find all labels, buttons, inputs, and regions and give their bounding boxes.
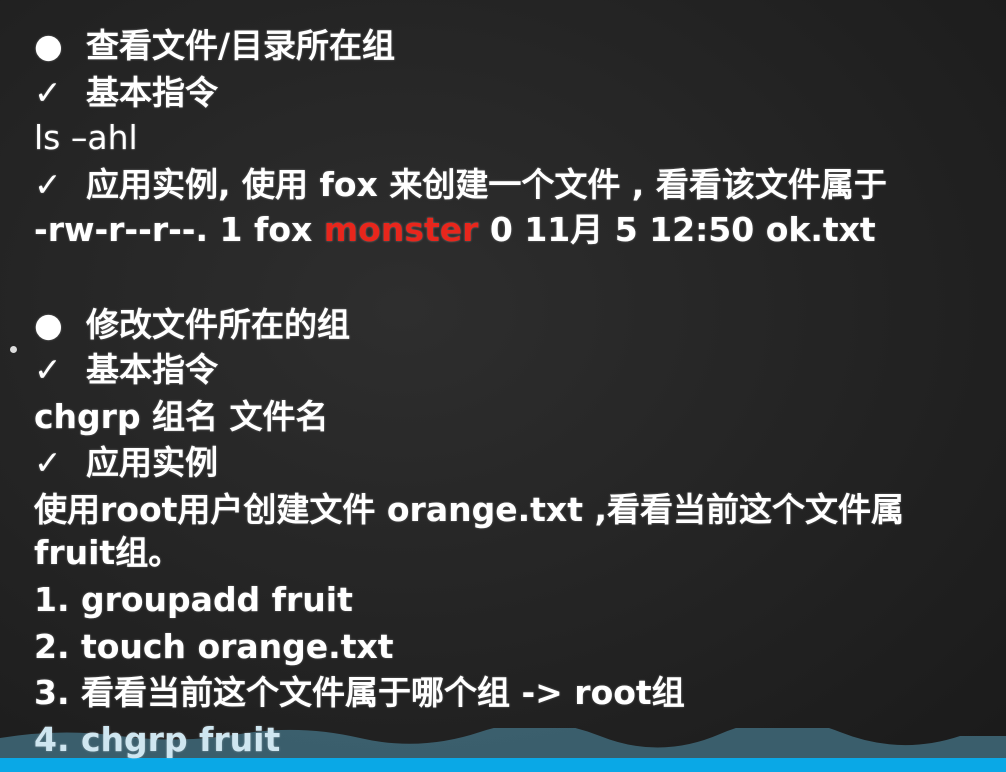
pointer-dot xyxy=(10,346,17,353)
check-icon: ✓ xyxy=(34,350,62,389)
check-icon: ✓ xyxy=(34,443,62,482)
section-2-command: chgrp 组名 文件名 xyxy=(34,397,329,436)
check-icon: ✓ xyxy=(34,73,62,112)
progress-bar[interactable] xyxy=(0,758,1006,772)
section-2-description-1: 使用root用户创建文件 orange.txt ,看看当前这个文件属 xyxy=(34,490,904,529)
section-1-heading: ● 查看文件/目录所在组 xyxy=(34,26,396,65)
bullet-icon: ● xyxy=(34,26,63,65)
section-1-output: -rw-r--r--. 1 fox monster 0 11月 5 12:50 … xyxy=(34,210,876,249)
section-1-example-label: ✓ 应用实例, 使用 fox 来创建一个文件 , 看看该文件属于 xyxy=(34,165,887,204)
group-highlight: monster xyxy=(323,210,479,249)
section-2-heading: ● 修改文件所在的组 xyxy=(34,305,350,344)
check-icon: ✓ xyxy=(34,165,62,204)
section-1-command: ls –ahl xyxy=(34,118,138,157)
step-3: 3. 看看当前这个文件属于哪个组 -> root组 xyxy=(34,673,685,712)
step-2: 2. touch orange.txt xyxy=(34,627,394,666)
section-2-description-2: fruit组。 xyxy=(34,533,182,572)
bullet-icon: ● xyxy=(34,305,63,344)
section-1-basic-label: ✓ 基本指令 xyxy=(34,73,218,112)
step-1: 1. groupadd fruit xyxy=(34,580,353,619)
step-4: 4. chgrp fruit xyxy=(34,720,281,759)
section-2-example-label: ✓ 应用实例 xyxy=(34,443,218,482)
section-2-basic-label: ✓ 基本指令 xyxy=(34,350,218,389)
